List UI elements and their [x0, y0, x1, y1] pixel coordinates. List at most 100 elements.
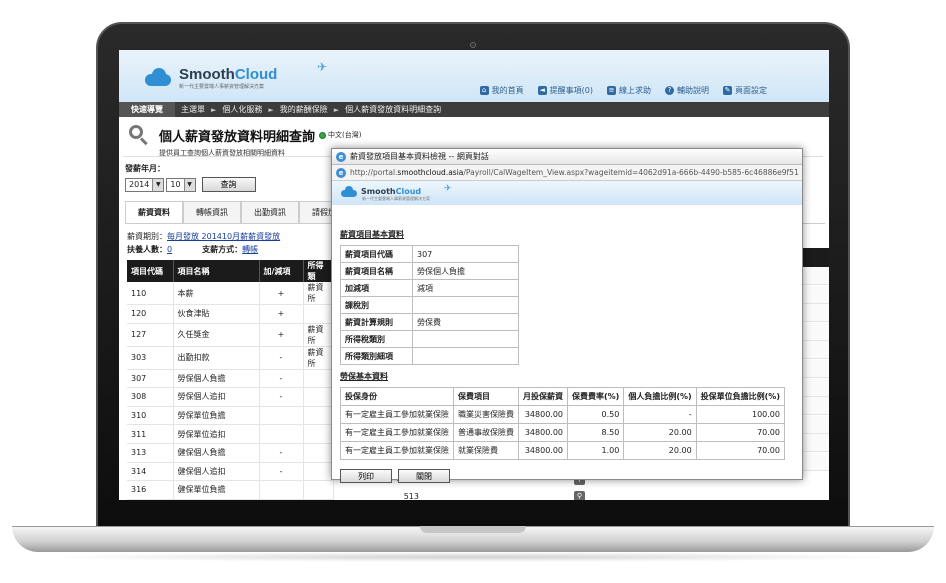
pay-info-row: 扶養人數：0 支薪方式：轉帳 — [127, 245, 259, 254]
table-cell: 310 — [127, 406, 174, 426]
airplane-icon: ✈ — [444, 184, 452, 194]
chevron-down-icon: ▼ — [183, 178, 195, 191]
table-cell: - — [259, 369, 304, 389]
breadcrumb-item[interactable]: 個人化服務 — [216, 104, 268, 115]
info-row: 所得類別細項 — [340, 347, 519, 365]
breadcrumb-item[interactable]: 主選單 — [175, 104, 211, 115]
info-row: 薪資項目代碼 307 — [340, 245, 519, 263]
column-header[interactable]: 項目名稱 — [173, 260, 260, 282]
brand-logo[interactable]: SmoothCloud 新一代主要雲端人事薪資管理解決方案 — [143, 66, 277, 90]
settings-icon: ✎ — [723, 86, 732, 95]
basic-section-title: 薪資項目基本資料 — [340, 230, 404, 239]
table-cell: 有一定雇主員工參加就業保險 — [340, 423, 454, 442]
column-header[interactable]: 加/減項 — [259, 260, 304, 282]
quick-nav-button[interactable]: 快速導覽 — [119, 102, 175, 117]
table-cell: 311 — [127, 424, 174, 444]
laptop-notch — [420, 526, 526, 533]
airplane-icon: ✈ — [317, 60, 328, 74]
table-cell — [259, 424, 304, 444]
table-row[interactable]: 316 健保單位負擔 — [127, 480, 334, 500]
column-header: 月投保薪資 — [518, 387, 568, 406]
table-row[interactable]: 307 勞保個人負擔 - — [127, 369, 334, 389]
table-cell: 100.00 — [695, 405, 785, 424]
table-row[interactable]: 313 健保個人負擔 - — [127, 443, 334, 463]
table-cell: 出勤扣款 — [173, 346, 260, 370]
table-row[interactable]: 308 勞保個人追扣 - — [127, 387, 334, 407]
dialog-header: SmoothCloud 新一代主要雲端人事薪資管理解決方案 ✈ — [332, 181, 802, 205]
nav-reminders[interactable]: ◄ 提醒事項(0) — [537, 85, 593, 96]
field-value: 307 — [412, 245, 519, 263]
field-label: 所得稅類別 — [340, 330, 413, 348]
header-row: 投保身份 保費項目 月投保薪資 保費費率(%) 個人負擔比例(%) 投保單位負擔比例(%) — [340, 387, 785, 406]
table-row[interactable]: 314 健保個人追扣 - — [127, 462, 334, 482]
tab-transfer[interactable]: 轉帳資訊 — [183, 201, 241, 223]
field-label: 薪資項目名稱 — [340, 262, 413, 280]
dependents-link[interactable]: 0 — [167, 245, 172, 254]
help-icon: ? — [665, 86, 674, 95]
browser-icon: e — [336, 167, 346, 178]
page-title-row: 個人薪資發放資料明細查詢 中文(台灣) — [129, 125, 361, 146]
table-cell: 303 — [127, 346, 174, 370]
year-select[interactable]: 2014 ▼ — [125, 177, 165, 192]
table-cell — [303, 387, 334, 407]
column-header: 投保身份 — [340, 387, 454, 406]
column-header: 投保單位負擔比例(%) — [695, 387, 785, 406]
chevron-down-icon: ▼ — [152, 178, 164, 191]
dialog-titlebar[interactable]: e 薪資發放項目基本資料檢視 -- 網頁對話 — [332, 149, 802, 165]
breadcrumb-item[interactable]: 我的薪酬保險 — [274, 104, 334, 115]
table-row[interactable]: 110 本薪 + 薪資所 — [127, 282, 334, 305]
table-row[interactable]: 310 勞保單位負擔 — [127, 406, 334, 426]
print-button[interactable]: 列印 — [340, 469, 392, 483]
pay-method-link[interactable]: 轉帳 — [242, 245, 258, 254]
table-cell: 34800.00 — [518, 423, 568, 442]
table-cell: 勞保單位負擔 — [173, 406, 260, 426]
insurance-table: 投保身份 保費項目 月投保薪資 保費費率(%) 個人負擔比例(%) 投保單位負擔比例(%)… — [340, 387, 785, 460]
table-cell — [303, 443, 334, 463]
nav-home[interactable]: ⌂ 我的首頁 — [479, 85, 524, 96]
magnifier-icon[interactable]: ⚲ — [574, 491, 585, 500]
column-header[interactable]: 項目代碼 — [127, 260, 174, 282]
cloud-logo-icon — [340, 186, 358, 197]
dialog-brand-tagline: 新一代主要雲端人事薪資管理解決方案 — [362, 196, 430, 201]
table-row: 有一定雇主員工參加就業保險 就業保險費 34800.00 1.00 20.00 70.00 — [340, 441, 785, 460]
tab-attendance[interactable]: 出勤資訊 — [241, 201, 299, 223]
table-row[interactable]: 311 勞保單位追扣 — [127, 424, 334, 444]
table-row[interactable]: 120 伙食津貼 + — [127, 304, 334, 324]
field-value: 減項 — [412, 279, 519, 297]
insurance-section-title: 勞保基本資料 — [340, 372, 388, 381]
table-row[interactable]: 314健保個人追扣 — [127, 499, 334, 500]
table-cell: 34800.00 — [518, 441, 568, 460]
table-cell: 普通事故保險費 — [453, 423, 519, 442]
query-button[interactable]: 查詢 — [201, 177, 256, 192]
dialog-url-bar: e http://portal.smoothcloud.asia/Payroll… — [332, 165, 802, 181]
table-cell: - — [259, 387, 304, 407]
dialog-buttons: 列印 關閉 — [340, 469, 450, 483]
page-title: 個人薪資發放資料明細查詢 — [159, 129, 316, 145]
table-cell: 20.00 — [623, 441, 697, 460]
search-icon — [129, 125, 149, 146]
nav-online-help[interactable]: ≡ 線上求助 — [607, 85, 651, 96]
cloud-logo-icon — [143, 68, 173, 88]
app-header: SmoothCloud 新一代主要雲端人事薪資管理解決方案 ✈ ⌂ 我的首頁 ◄ 提… — [119, 50, 829, 102]
tab-salary[interactable]: 薪資資料 — [125, 201, 183, 223]
table-row: 有一定雇主員工參加就業保險 職業災害保險費 34800.00 0.50-100.00 — [340, 405, 785, 424]
language-selector[interactable]: 中文(台灣) — [319, 130, 361, 140]
table-cell — [259, 406, 304, 426]
table-cell: + — [259, 323, 304, 347]
document-icon: ≡ — [607, 86, 616, 95]
column-header[interactable]: 所得類 — [303, 260, 334, 282]
table-cell: 職業災害保險費 — [453, 405, 519, 424]
browser-icon: e — [336, 151, 346, 162]
close-button[interactable]: 關閉 — [398, 469, 450, 483]
nav-help[interactable]: ? 輔助說明 — [665, 85, 709, 96]
table-cell — [303, 480, 334, 500]
table-row[interactable]: 303 出勤扣款 - 薪資所 — [127, 346, 334, 370]
table-row[interactable]: 127 久任獎金 + 薪資所 — [127, 323, 334, 347]
month-select[interactable]: 10 ▼ — [166, 177, 196, 192]
field-label: 加減項 — [340, 279, 413, 297]
nav-page-settings[interactable]: ✎ 頁面設定 — [723, 85, 767, 96]
pay-period-link[interactable]: 每月發放 201410月薪薪資發放 — [167, 232, 280, 241]
top-nav: ⌂ 我的首頁 ◄ 提醒事項(0) ≡ 線上求助 ? 輔助說明 ✎ 頁面設定 — [479, 85, 767, 96]
table-cell: 308 — [127, 387, 174, 407]
breadcrumb-item[interactable]: 個人薪資發放資料明細查詢 — [339, 104, 447, 115]
